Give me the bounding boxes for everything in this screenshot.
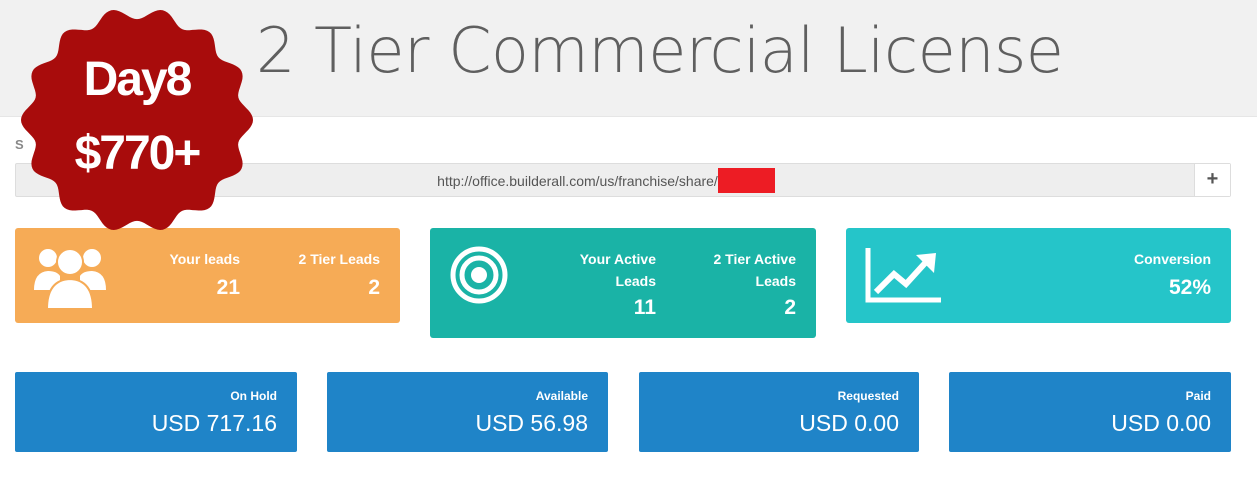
on-hold-box: On Hold USD 717.16 — [15, 372, 297, 452]
your-leads-value: 21 — [216, 276, 240, 299]
conversion-label: Conversion — [1133, 251, 1211, 267]
target-icon — [450, 246, 508, 309]
tier-active-leads-stat: 2 Tier Active Leads 2 — [666, 248, 797, 320]
paid-label: Paid — [1185, 389, 1211, 403]
tier-active-leads-label-line1: 2 Tier Active — [713, 251, 797, 267]
requested-value: USD 0.00 — [799, 410, 899, 436]
page-title: 2 Tier Commercial License — [256, 14, 1064, 87]
tier-leads-label: 2 Tier Leads — [298, 251, 380, 267]
requested-box: Requested USD 0.00 — [639, 372, 919, 452]
tier-active-leads-value: 2 — [784, 296, 796, 319]
share-url-value: http://office.builderall.com/us/franchis… — [437, 173, 718, 189]
tier-leads-value: 2 — [368, 276, 380, 299]
on-hold-value: USD 717.16 — [151, 410, 277, 436]
your-active-leads-label-line1: Your Active — [579, 251, 656, 267]
your-active-leads-stat: Your Active Leads 11 — [536, 248, 656, 320]
badge-seal-shape — [21, 10, 253, 230]
add-button[interactable]: + — [1194, 164, 1230, 196]
badge-day-text: Day8 — [83, 53, 193, 106]
on-hold-label: On Hold — [230, 389, 277, 403]
available-value: USD 56.98 — [475, 410, 588, 436]
conversion-value: 52% — [1168, 276, 1211, 299]
requested-label: Requested — [837, 389, 899, 403]
trending-chart-icon — [864, 246, 944, 311]
tier-leads-stat: 2 Tier Leads 2 — [250, 248, 380, 300]
conversion-card: Conversion 52% — [846, 228, 1231, 323]
your-leads-label: Your leads — [169, 251, 240, 267]
conversion-stat: Conversion 52% — [1071, 248, 1211, 300]
your-leads-stat: Your leads 21 — [120, 248, 240, 300]
users-icon — [33, 242, 107, 315]
leads-card: Your leads 21 2 Tier Leads 2 — [15, 228, 400, 323]
available-box: Available USD 56.98 — [327, 372, 608, 452]
badge-amount-text: $770+ — [74, 127, 202, 180]
available-label: Available — [535, 389, 588, 403]
day-badge: Day8 $770+ — [14, 2, 260, 238]
tier-active-leads-label-line2: Leads — [755, 273, 796, 289]
paid-box: Paid USD 0.00 — [949, 372, 1231, 452]
your-active-leads-label-line2: Leads — [615, 273, 656, 289]
paid-value: USD 0.00 — [1111, 410, 1211, 436]
active-leads-card: Your Active Leads 11 2 Tier Active Leads… — [430, 228, 816, 338]
your-active-leads-value: 11 — [633, 296, 656, 319]
redaction-block — [717, 168, 775, 194]
